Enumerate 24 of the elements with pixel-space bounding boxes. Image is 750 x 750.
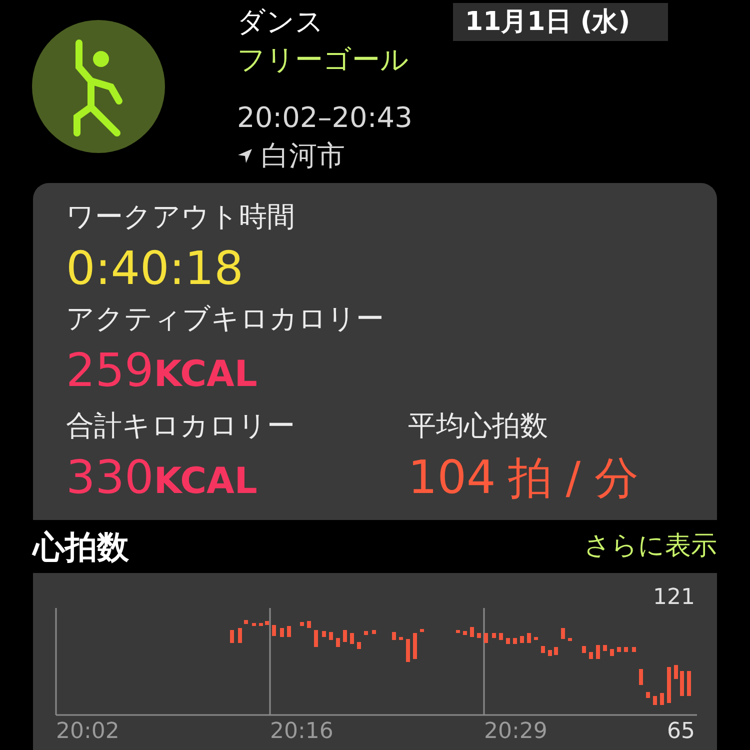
stat-label: 平均心拍数: [408, 408, 549, 444]
stat-value: 259: [66, 342, 154, 399]
location-arrow-icon: [237, 148, 253, 164]
stat-value: 104: [408, 449, 496, 506]
stat-value: 330: [66, 449, 154, 506]
stat-unit: 拍 / 分: [508, 452, 639, 506]
time-axis-label: 20:02: [56, 718, 120, 746]
show-more-link[interactable]: さらに表示: [584, 527, 717, 566]
stat-unit: KCAL: [154, 460, 258, 504]
workout-goal: フリーゴール: [237, 42, 410, 78]
time-axis-label: 20:16: [270, 718, 334, 746]
stat-label: アクティブキロカロリー: [66, 301, 385, 337]
stat-label: ワークアウト時間: [66, 199, 296, 235]
min-label: 65: [667, 718, 695, 746]
location: 白河市: [261, 138, 345, 174]
stat-unit: KCAL: [154, 353, 258, 397]
stat-label: 合計キロカロリー: [66, 408, 296, 444]
time-range: 20:02–20:43: [237, 100, 412, 136]
section-title: 心拍数: [33, 526, 129, 568]
stat-value: 0:40:18: [66, 240, 244, 297]
date-label: 11月1日 (水): [453, 3, 668, 41]
workout-type: ダンス: [237, 4, 325, 40]
time-axis-label: 20:29: [484, 718, 548, 746]
max-label: 121: [653, 584, 695, 612]
